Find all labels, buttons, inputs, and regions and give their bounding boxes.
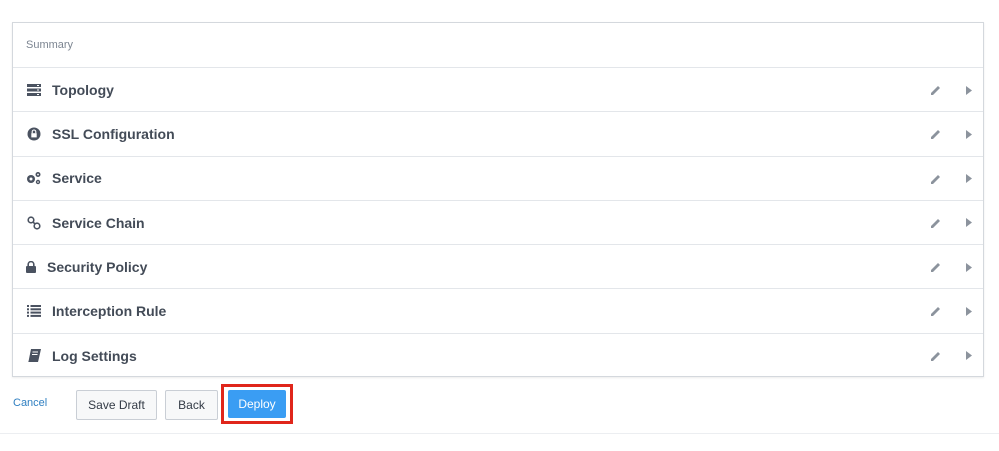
list-icon [26,303,42,319]
link-icon [26,215,42,231]
pencil-icon[interactable] [928,126,944,142]
summary-row-service[interactable]: Service [13,157,983,201]
summary-row-label: Service Chain [52,214,145,231]
divider [0,433,999,434]
deploy-button[interactable]: Deploy [228,390,286,418]
summary-row-log-settings[interactable]: Log Settings [13,334,983,378]
save-draft-button[interactable]: Save Draft [76,390,157,420]
chevron-right-icon[interactable] [963,171,975,187]
chevron-right-icon[interactable] [963,259,975,275]
summary-row-interception-rule[interactable]: Interception Rule [13,289,983,334]
pencil-icon[interactable] [928,348,944,364]
gears-icon [26,170,42,186]
deploy-highlight: Deploy [221,384,293,424]
footer-actions: Cancel Save Draft Back Deploy [0,382,999,432]
book-icon [26,348,42,364]
pencil-icon[interactable] [928,82,944,98]
summary-row-security-policy[interactable]: Security Policy [13,245,983,290]
summary-row-label: Security Policy [47,258,148,275]
ssl-lock-icon [26,126,42,142]
pencil-icon[interactable] [928,215,944,231]
summary-row-label: Log Settings [52,347,137,364]
pencil-icon[interactable] [928,259,944,275]
pencil-icon[interactable] [928,171,944,187]
back-button[interactable]: Back [165,390,218,420]
summary-row-label: Topology [52,81,114,98]
lock-icon [26,259,36,275]
chevron-right-icon[interactable] [963,348,975,364]
chevron-right-icon[interactable] [963,303,975,319]
pencil-icon[interactable] [928,303,944,319]
summary-row-ssl-configuration[interactable]: SSL Configuration [13,112,983,157]
summary-row-label: Interception Rule [52,303,167,320]
chevron-right-icon[interactable] [963,126,975,142]
summary-row-label: Service [52,170,102,187]
summary-row-topology[interactable]: Topology [13,68,983,113]
chevron-right-icon[interactable] [963,215,975,231]
server-icon [26,82,42,98]
summary-row-service-chain[interactable]: Service Chain [13,201,983,246]
summary-header: Summary [13,23,983,68]
chevron-right-icon[interactable] [963,82,975,98]
summary-panel: Summary Topology SSL Configuration Servi… [12,22,984,377]
cancel-link[interactable]: Cancel [13,397,47,409]
summary-row-label: SSL Configuration [52,125,175,142]
